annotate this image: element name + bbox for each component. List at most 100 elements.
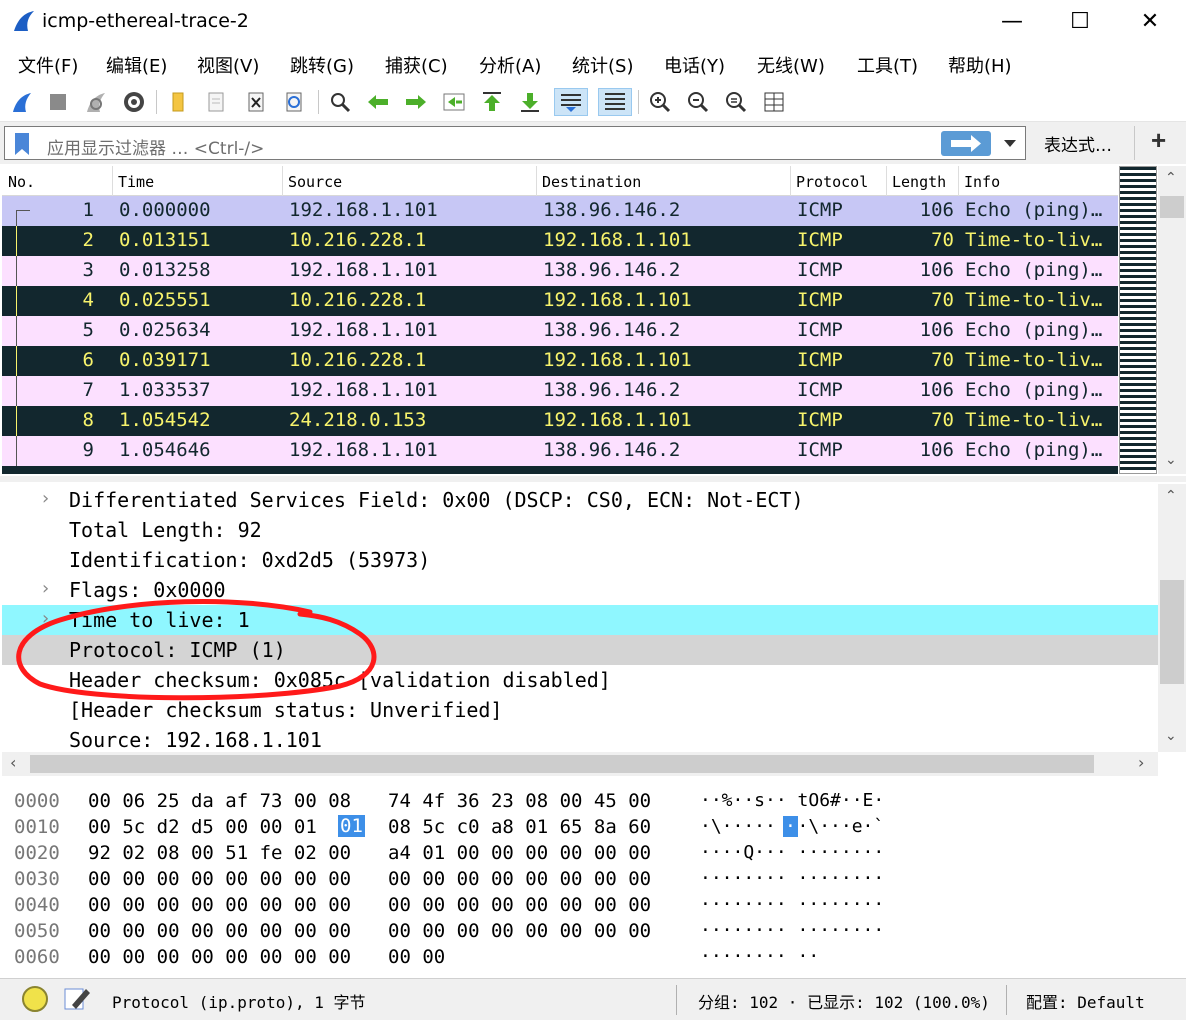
detail-row[interactable]: › Time to live: 1: [2, 605, 1158, 635]
detail-row[interactable]: › Differentiated Services Field: 0x00 (DS…: [2, 485, 1158, 515]
menu-analyze[interactable]: 分析(A): [479, 52, 541, 78]
add-filter-button[interactable]: +: [1151, 125, 1166, 156]
close-file-icon[interactable]: [242, 88, 270, 116]
find-packet-icon[interactable]: [326, 88, 354, 116]
hex-row[interactable]: 0050 00 00 00 00 00 00 00 00 00 00 00 00 0…: [0, 918, 1186, 944]
column-info[interactable]: Info: [964, 173, 1000, 191]
hex-row[interactable]: 0030 00 00 00 00 00 00 00 00 00 00 00 00 0…: [0, 866, 1186, 892]
field-info: Protocol (ip.proto), 1 字节: [112, 993, 366, 1012]
cell-length: 70: [931, 349, 954, 371]
details-hscrollbar[interactable]: ‹ ›: [2, 752, 1158, 776]
save-file-icon[interactable]: [202, 88, 230, 116]
normal-size-icon[interactable]: [722, 88, 750, 116]
packet-row[interactable]: 3 0.013258 192.168.1.101 138.96.146.2 ICMP 10…: [2, 256, 1118, 286]
hscroll-thumb[interactable]: [30, 755, 1094, 773]
go-to-packet-icon[interactable]: [440, 88, 468, 116]
packet-row[interactable]: 5 0.025634 192.168.1.101 138.96.146.2 ICMP 10…: [2, 316, 1118, 346]
details-scrollbar[interactable]: ⌃ ⌄: [1158, 484, 1186, 752]
expression-button[interactable]: 表达式…: [1044, 131, 1112, 156]
detail-row[interactable]: Header checksum: 0x085c [validation disa…: [2, 665, 1158, 695]
packet-row[interactable]: 9 1.054646 192.168.1.101 138.96.146.2 ICMP 10…: [2, 436, 1118, 466]
column-source[interactable]: Source: [288, 173, 342, 191]
hex-bytes-right: 00 00: [388, 946, 446, 968]
go-first-packet-icon[interactable]: [478, 88, 506, 116]
zoom-out-icon[interactable]: [684, 88, 712, 116]
go-forward-icon[interactable]: [402, 88, 430, 116]
stop-capture-icon[interactable]: [44, 88, 72, 116]
expert-info-icon[interactable]: [20, 984, 50, 1014]
close-button[interactable]: ✕: [1128, 6, 1172, 38]
column-no[interactable]: No.: [8, 173, 35, 191]
resize-columns-icon[interactable]: [760, 88, 788, 116]
expand-chevron-icon[interactable]: ›: [40, 578, 51, 599]
restart-capture-icon[interactable]: [82, 88, 110, 116]
open-file-icon[interactable]: [164, 88, 192, 116]
packet-row[interactable]: 8 1.054542 24.218.0.153 192.168.1.101 ICMP 70…: [2, 406, 1118, 436]
detail-row[interactable]: Protocol: ICMP (1): [2, 635, 1158, 665]
go-back-icon[interactable]: [364, 88, 392, 116]
capture-options-icon[interactable]: [120, 88, 148, 116]
column-protocol[interactable]: Protocol: [796, 173, 868, 191]
start-capture-icon[interactable]: [8, 88, 36, 116]
scroll-thumb[interactable]: [1160, 196, 1184, 218]
pane-splitter[interactable]: [0, 476, 1186, 482]
detail-text: Identification: 0xd2d5 (53973): [69, 548, 431, 572]
menu-wireless[interactable]: 无线(W): [757, 52, 825, 78]
cell-protocol: ICMP: [797, 289, 843, 311]
minimize-button[interactable]: —: [990, 6, 1034, 38]
scroll-thumb[interactable]: [1160, 580, 1184, 684]
menu-help[interactable]: 帮助(H): [948, 52, 1012, 78]
menu-go[interactable]: 跳转(G): [290, 52, 354, 78]
expand-chevron-icon[interactable]: ›: [40, 608, 51, 629]
auto-scroll-icon[interactable]: [554, 88, 588, 116]
menu-telephony[interactable]: 电话(Y): [664, 52, 725, 78]
packet-row[interactable]: 2 0.013151 10.216.228.1 192.168.1.101 ICMP 70…: [2, 226, 1118, 256]
packet-list-scrollbar[interactable]: ⌃ ⌄: [1158, 166, 1186, 474]
detail-row[interactable]: › Flags: 0x0000: [2, 575, 1158, 605]
menu-view[interactable]: 视图(V): [197, 52, 259, 78]
scroll-down-icon[interactable]: ⌄: [1165, 452, 1177, 468]
scroll-right-icon[interactable]: ›: [1138, 753, 1144, 772]
menu-edit[interactable]: 编辑(E): [106, 52, 167, 78]
title-bar: icmp-ethereal-trace-2 — ☐ ✕: [0, 0, 1186, 44]
packet-row[interactable]: 7 1.033537 192.168.1.101 138.96.146.2 ICMP 10…: [2, 376, 1118, 406]
hex-ascii: ····Q··· ········: [700, 842, 885, 863]
packet-row[interactable]: 6 0.039171 10.216.228.1 192.168.1.101 ICMP 70…: [2, 346, 1118, 376]
packet-row[interactable]: 1 0.000000 192.168.1.101 138.96.146.2 ICMP 10…: [2, 196, 1118, 226]
column-length[interactable]: Length: [892, 173, 946, 191]
menu-capture[interactable]: 捕获(C): [385, 52, 448, 78]
detail-row[interactable]: Source: 192.168.1.101: [2, 725, 1158, 752]
chevron-down-icon[interactable]: [1003, 139, 1017, 149]
hex-row[interactable]: 0000 00 06 25 da af 73 00 08 74 4f 36 23 0…: [0, 788, 1186, 814]
zoom-in-icon[interactable]: [646, 88, 674, 116]
menu-file[interactable]: 文件(F): [18, 52, 78, 78]
cell-protocol: ICMP: [797, 379, 843, 401]
detail-row[interactable]: [Header checksum status: Unverified]: [2, 695, 1158, 725]
maximize-button[interactable]: ☐: [1058, 6, 1102, 38]
edit-comment-icon[interactable]: [62, 985, 92, 1013]
detail-row[interactable]: Total Length: 92: [2, 515, 1158, 545]
bookmark-icon[interactable]: [11, 131, 33, 157]
hex-row[interactable]: 0060 00 00 00 00 00 00 00 00 00 00 ········…: [0, 944, 1186, 970]
column-time[interactable]: Time: [118, 173, 154, 191]
colorize-icon[interactable]: [598, 88, 632, 116]
scroll-left-icon[interactable]: ‹: [10, 753, 16, 772]
reload-file-icon[interactable]: [280, 88, 308, 116]
scroll-up-icon[interactable]: ⌃: [1165, 170, 1177, 186]
packet-row[interactable]: 4 0.025551 10.216.228.1 192.168.1.101 ICMP 70…: [2, 286, 1118, 316]
apply-filter-button[interactable]: [941, 131, 991, 156]
profile-label[interactable]: 配置: Default: [1026, 989, 1145, 1013]
menu-tools[interactable]: 工具(T): [857, 52, 918, 78]
go-last-packet-icon[interactable]: [516, 88, 544, 116]
column-destination[interactable]: Destination: [542, 173, 641, 191]
scroll-up-icon[interactable]: ⌃: [1165, 488, 1177, 504]
hex-row[interactable]: 0020 92 02 08 00 51 fe 02 00 a4 01 00 00 0…: [0, 840, 1186, 866]
menu-statistics[interactable]: 统计(S): [572, 52, 633, 78]
scroll-down-icon[interactable]: ⌄: [1165, 728, 1177, 744]
detail-row[interactable]: Identification: 0xd2d5 (53973): [2, 545, 1158, 575]
hex-row[interactable]: 0010 00 5c d2 d5 00 00 01 08 5c c0 a8 01 …: [0, 814, 1186, 840]
packet-minimap[interactable]: [1119, 166, 1157, 474]
expand-chevron-icon[interactable]: ›: [40, 488, 51, 509]
hex-row[interactable]: 0040 00 00 00 00 00 00 00 00 00 00 00 00 0…: [0, 892, 1186, 918]
display-filter-input[interactable]: 应用显示过滤器 … <Ctrl-/>: [4, 126, 1026, 160]
